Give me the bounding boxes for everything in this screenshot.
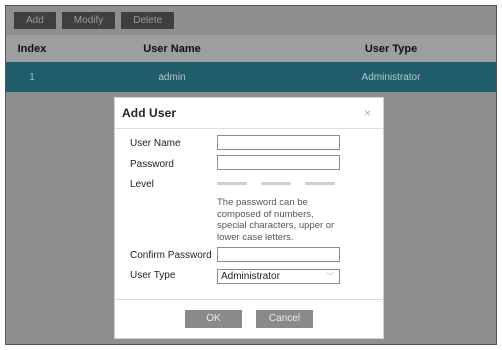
password-strength-meter	[217, 182, 335, 185]
ok-button[interactable]: OK	[185, 310, 242, 328]
dialog-title: Add User	[122, 106, 177, 120]
table-header: Index User Name User Type	[6, 35, 496, 62]
cancel-button[interactable]: Cancel	[256, 310, 313, 328]
password-input[interactable]	[217, 155, 340, 170]
chevron-down-icon: ﹀	[326, 272, 334, 281]
modify-button[interactable]: Modify	[61, 12, 116, 29]
password-label: Password	[130, 159, 174, 170]
add-user-dialog: Add User × User Name Password Level The …	[114, 97, 384, 339]
column-header-user-type: User Type	[364, 42, 418, 55]
toolbar: Add Modify Delete	[6, 6, 496, 35]
user-name-label: User Name	[130, 138, 181, 149]
strength-bar-weak	[217, 182, 247, 185]
dialog-footer: OK Cancel	[115, 299, 383, 338]
column-header-index: Index	[17, 42, 47, 55]
level-label: Level	[130, 179, 154, 190]
add-button[interactable]: Add	[14, 12, 56, 29]
cell-user-type: Administrator	[361, 71, 421, 83]
strength-bar-strong	[305, 182, 335, 185]
close-icon[interactable]: ×	[364, 106, 371, 120]
confirm-password-label: Confirm Password	[130, 250, 212, 261]
delete-button[interactable]: Delete	[121, 12, 175, 29]
strength-bar-medium	[261, 182, 291, 185]
confirm-password-input[interactable]	[217, 247, 340, 262]
cell-user-name: admin	[158, 71, 186, 83]
user-type-select[interactable]: Administrator ﹀	[217, 269, 340, 284]
password-hint: The password can be composed of numbers,…	[217, 197, 335, 243]
dialog-header: Add User ×	[115, 98, 383, 129]
table-row[interactable]: 1 admin Administrator	[6, 62, 496, 92]
user-type-selected-value: Administrator	[221, 271, 280, 282]
user-type-label: User Type	[130, 270, 176, 281]
column-header-user-name: User Name	[143, 42, 201, 55]
cell-index: 1	[29, 71, 35, 83]
user-name-input[interactable]	[217, 135, 340, 150]
